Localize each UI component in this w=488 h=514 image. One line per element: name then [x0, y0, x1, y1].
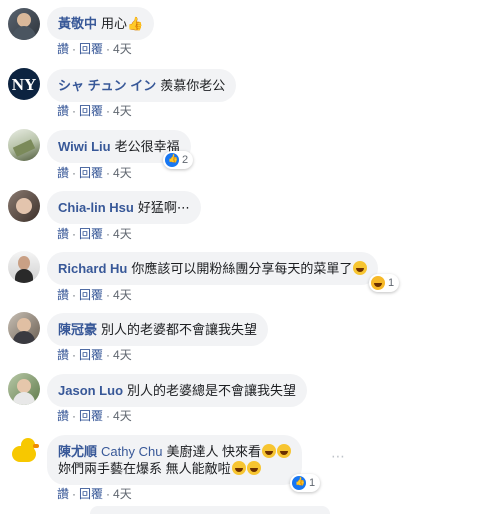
comment-text: 好猛啊⋯ — [137, 200, 190, 215]
timestamp[interactable]: 4天 — [113, 487, 132, 501]
timestamp[interactable]: 4天 — [113, 227, 132, 241]
comment-bubble: Chia-lin Hsu 好猛啊⋯ — [47, 191, 201, 224]
comment-author[interactable]: 陳尤順 — [58, 444, 97, 459]
comment-actions: 讚 · 回覆 · 4天 — [57, 348, 132, 362]
comment-text: 美廚達人 快來看 — [166, 444, 262, 459]
reply-link[interactable]: 回覆 — [79, 409, 103, 423]
reply-link[interactable]: 回覆 — [79, 104, 103, 118]
reply-link[interactable]: 回覆 — [79, 348, 103, 362]
like-reaction-icon — [165, 153, 179, 167]
reaction-count: 2 — [182, 154, 189, 166]
comment-actions: 讚 · 回覆 · 4天 — [57, 166, 132, 180]
reply-link[interactable]: 回覆 — [79, 166, 103, 180]
more-options-icon[interactable]: ⋯ — [331, 448, 346, 465]
like-link[interactable]: 讚 — [57, 104, 69, 118]
timestamp[interactable]: 4天 — [113, 42, 132, 56]
comment-author[interactable]: 陳冠豪 — [58, 322, 97, 337]
avatar[interactable] — [8, 373, 40, 405]
laughing-emoji-icon — [231, 461, 246, 475]
reply-link[interactable]: 回覆 — [79, 42, 103, 56]
comment-actions: 讚 · 回覆 · 4天 — [57, 409, 132, 423]
laughing-emoji-icon — [277, 444, 292, 458]
avatar[interactable] — [8, 129, 40, 161]
avatar[interactable] — [8, 434, 40, 466]
like-link[interactable]: 讚 — [57, 409, 69, 423]
comment-author[interactable]: Chia-lin Hsu — [58, 200, 134, 215]
comment-bubble: 陳冠豪 別人的老婆都不會讓我失望 — [47, 313, 269, 346]
like-link[interactable]: 讚 — [57, 166, 69, 180]
haha-reaction-icon — [371, 276, 385, 290]
comment-text: 別人的老婆都不會讓我失望 — [101, 322, 258, 337]
svg-text:NY: NY — [12, 75, 37, 94]
comment-bubble: 陳尤順 Cathy Chu 美廚達人 快來看 妳們兩手藝在爆系 無人能敵啦 — [47, 435, 303, 485]
comment-bubble: Jason Luo 別人的老婆總是不會讓我失望 — [47, 374, 308, 407]
like-link[interactable]: 讚 — [57, 42, 69, 56]
like-link[interactable]: 讚 — [57, 348, 69, 362]
reaction-summary[interactable]: 1 — [369, 274, 400, 292]
mentioned-user-link[interactable]: Cathy Chu — [101, 444, 162, 459]
reaction-summary[interactable]: 2 — [163, 151, 194, 169]
comment-bubble: Richard Hu 你應該可以開粉絲團分享每天的菜單了 — [47, 252, 379, 285]
reaction-count: 1 — [388, 277, 395, 289]
like-reaction-icon — [292, 476, 306, 490]
like-link[interactable]: 讚 — [57, 288, 69, 302]
comment-actions: 讚 · 回覆 · 4天 — [57, 288, 132, 302]
avatar[interactable] — [8, 312, 40, 344]
avatar[interactable]: NY — [8, 68, 40, 100]
comment-actions: 讚 · 回覆 · 4天 — [57, 104, 132, 118]
comment-bubble: シャ チュン イン 羨慕你老公 — [47, 69, 237, 102]
comment-text: 別人的老婆總是不會讓我失望 — [127, 383, 297, 398]
avatar[interactable] — [8, 8, 40, 40]
comment-author[interactable]: シャ チュン イン — [58, 78, 156, 93]
timestamp[interactable]: 4天 — [113, 166, 132, 180]
comment-text-line2: 妳們兩手藝在爆系 無人能敵啦 — [58, 461, 231, 476]
timestamp[interactable]: 4天 — [113, 104, 132, 118]
laughing-emoji-icon — [262, 444, 277, 458]
comment-author[interactable]: Wiwi Liu — [58, 139, 111, 154]
reply-link[interactable]: 回覆 — [79, 288, 103, 302]
comment-actions: 讚 · 回覆 · 4天 — [57, 227, 132, 241]
like-link[interactable]: 讚 — [57, 227, 69, 241]
reply-link[interactable]: 回覆 — [79, 487, 103, 501]
comment-text: 用心 — [101, 16, 128, 31]
timestamp[interactable]: 4天 — [113, 348, 132, 362]
comment-text: 你應該可以開粉絲團分享每天的菜單了 — [131, 261, 353, 276]
timestamp[interactable]: 4天 — [113, 409, 132, 423]
yankees-logo-icon: NY — [12, 75, 37, 94]
comment-actions: 讚 · 回覆 · 4天 — [57, 487, 132, 501]
comment-author[interactable]: Jason Luo — [58, 383, 123, 398]
comment-author[interactable]: 黃敬中 — [58, 16, 97, 31]
avatar[interactable] — [8, 190, 40, 222]
reply-link[interactable]: 回覆 — [79, 227, 103, 241]
comment-text: 羨慕你老公 — [160, 78, 226, 93]
comment-bubble: 黃敬中 用心👍 — [47, 7, 155, 40]
like-link[interactable]: 讚 — [57, 487, 69, 501]
thumbs-up-icon: 👍 — [127, 16, 144, 31]
comment-actions: 讚 · 回覆 · 4天 — [57, 42, 132, 56]
laughing-emoji-icon — [353, 261, 368, 275]
reaction-summary[interactable]: 1 — [290, 474, 321, 492]
reaction-count: 1 — [309, 477, 316, 489]
timestamp[interactable]: 4天 — [113, 288, 132, 302]
avatar[interactable] — [8, 251, 40, 283]
comment-author[interactable]: Richard Hu — [58, 261, 127, 276]
laughing-emoji-icon — [246, 461, 261, 475]
